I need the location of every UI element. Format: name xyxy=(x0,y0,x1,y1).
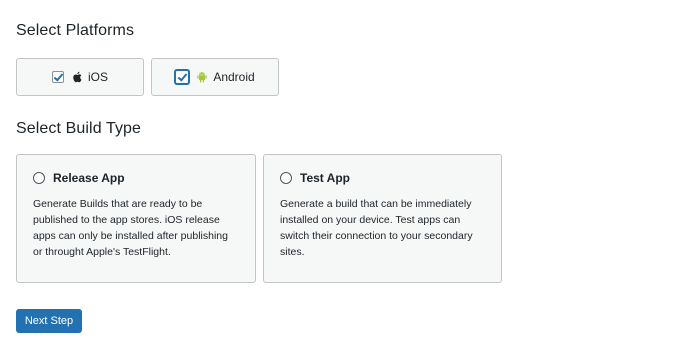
select-platforms-heading: Select Platforms xyxy=(16,22,135,39)
build-type-test-card[interactable]: Test App Generate a build that can be im… xyxy=(263,154,502,283)
platform-option-ios[interactable]: iOS xyxy=(16,58,144,96)
test-title: Test App xyxy=(300,171,350,185)
platform-option-android[interactable]: Android xyxy=(151,58,279,96)
apple-icon xyxy=(72,71,82,83)
ios-label: iOS xyxy=(87,70,108,84)
test-title-row: Test App xyxy=(280,171,485,185)
next-step-button[interactable]: Next Step xyxy=(16,309,82,333)
android-icon xyxy=(197,71,207,83)
release-title: Release App xyxy=(53,171,125,185)
release-radio[interactable] xyxy=(33,172,45,184)
select-build-type-heading: Select Build Type xyxy=(16,120,142,137)
test-description: Generate a build that can be immediately… xyxy=(280,198,473,258)
release-title-row: Release App xyxy=(33,171,239,185)
release-description: Generate Builds that are ready to be pub… xyxy=(33,198,228,258)
ios-checkbox[interactable] xyxy=(51,71,64,83)
android-checkbox[interactable] xyxy=(175,70,190,84)
build-type-release-card[interactable]: Release App Generate Builds that are rea… xyxy=(16,154,256,283)
android-label: Android xyxy=(213,70,255,84)
test-radio[interactable] xyxy=(280,172,292,184)
